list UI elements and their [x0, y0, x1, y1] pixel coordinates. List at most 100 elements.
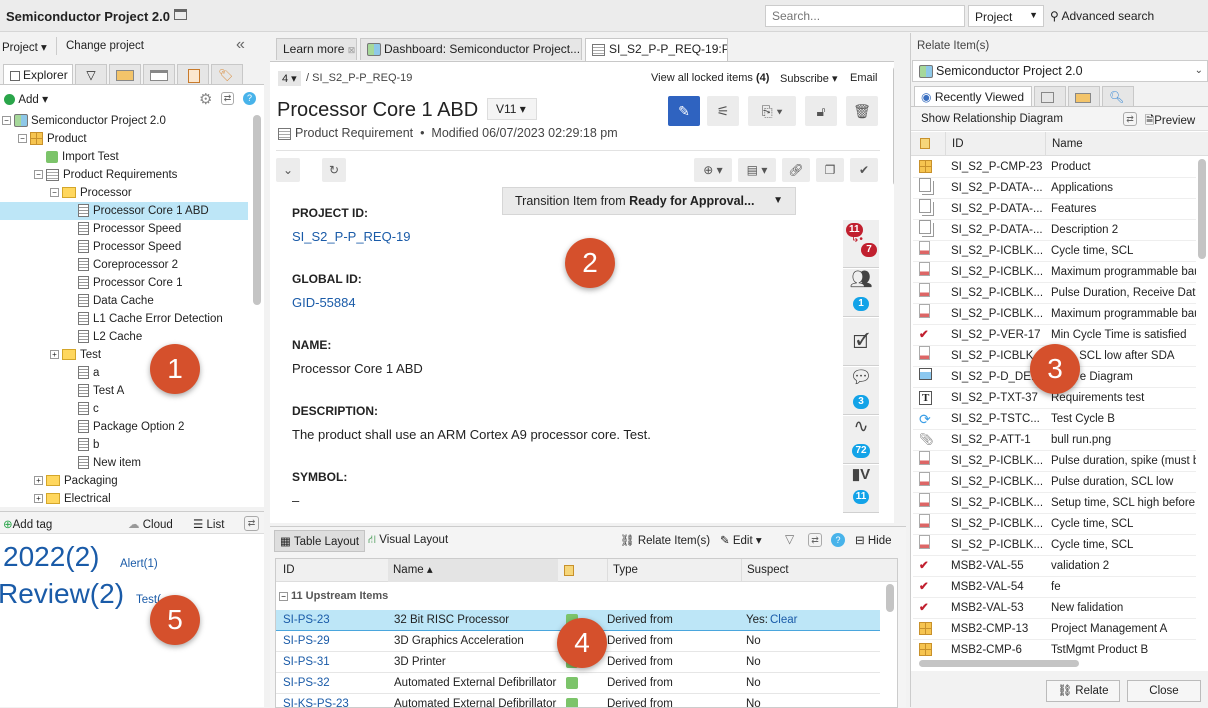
project-menu[interactable]: Project ▾ — [2, 40, 47, 54]
transition-menu[interactable]: Transition Item from Ready for Approval.… — [502, 187, 796, 215]
advanced-search-link[interactable]: ⚲ Advanced search — [1050, 9, 1154, 23]
tree-item[interactable]: − Processor — [0, 184, 248, 202]
expand-icon[interactable]: + — [50, 350, 59, 360]
tree-item[interactable]: New item — [0, 454, 248, 472]
list-item[interactable]: SI_S2_P-ICBLK... Setup time, SCL high bef… — [913, 493, 1196, 514]
search-scope-select[interactable]: Project ▼ — [968, 5, 1044, 27]
list-item[interactable]: MSB2-CMP-13 Project Management A — [913, 619, 1196, 640]
list-item[interactable]: SI_S2_P-ICBLK... Pulse duration, spike (m… — [913, 451, 1196, 472]
refresh-icon[interactable]: ⇄ — [808, 533, 822, 547]
link-button[interactable]: 🔗︎ — [782, 158, 810, 182]
tree-item[interactable]: L1 Cache Error Detection — [0, 310, 248, 328]
refresh-button[interactable]: ↻ — [322, 158, 346, 182]
activity-widget[interactable]: ∿ 72 — [843, 416, 879, 464]
tree-item[interactable]: + Test — [0, 346, 248, 364]
tree-item[interactable]: a — [0, 364, 248, 382]
refresh-icon[interactable]: ⇄ — [1123, 112, 1137, 126]
list-item[interactable]: SI_S2_P-ICBLK... Maximum programmable bau — [913, 304, 1196, 325]
layout-toggle-icon[interactable] — [174, 9, 187, 20]
list-item[interactable]: ⟳ SI_S2_P-TSTC... Test Cycle B — [913, 409, 1196, 430]
tree-item[interactable]: b — [0, 436, 248, 454]
breadcrumb-count[interactable]: 4 ▾ — [278, 71, 301, 86]
list-view-button[interactable]: ☰ List — [193, 517, 224, 531]
close-button[interactable]: Close — [1127, 680, 1201, 702]
collapse-icon[interactable]: − — [2, 116, 11, 126]
tree-item[interactable]: Test A — [0, 382, 248, 400]
tab-item[interactable]: SI_S2_P-P_REQ-19:Proce... ⊠ — [585, 38, 728, 61]
detail-scrollbar[interactable] — [893, 66, 894, 186]
refresh-tags-icon[interactable]: ⇄ — [244, 516, 259, 531]
cloud-view-button[interactable]: ☁ Cloud — [128, 517, 173, 531]
row-id-link[interactable]: SI-PS-31 — [283, 652, 330, 673]
add-menu[interactable]: Add ▾ — [4, 92, 48, 106]
export-menu-button[interactable]: ⎘ ▾ — [748, 96, 796, 126]
list-item[interactable]: SI_S2_P-CMP-23 Product — [913, 157, 1196, 178]
tree-item[interactable]: Package Option 2 — [0, 418, 248, 436]
copy-button[interactable]: ❐ — [816, 158, 844, 182]
tab-dashboard[interactable]: Dashboard: Semiconductor Project... ⊠ — [360, 38, 582, 60]
tab-explorer[interactable] — [1034, 86, 1066, 106]
relationships-button[interactable]: ⚟ — [707, 96, 739, 126]
recent-hscrollbar[interactable] — [919, 660, 1079, 667]
list-item[interactable]: SI_S2_P-DATA-... Applications — [913, 178, 1196, 199]
hide-button[interactable]: ⊟ Hide — [855, 533, 892, 547]
row-id-link[interactable]: SI-PS-32 — [283, 673, 330, 694]
list-item[interactable]: SI_S2_P-ICBLK... Maximum programmable bau — [913, 262, 1196, 283]
expand-all-button[interactable]: ⌄ — [276, 158, 300, 182]
tab-learn-more[interactable]: Learn more ⊠ — [276, 38, 357, 60]
help-icon[interactable]: ? — [831, 533, 845, 547]
table-row[interactable]: SI-KS-PS-23 Automated External Defibrilla… — [276, 694, 880, 707]
list-item[interactable]: MSB2-CMP-6 TstMgmt Product B — [913, 640, 1196, 657]
versions-widget[interactable]: ▮V 11 — [843, 465, 879, 513]
tab-window[interactable] — [143, 64, 175, 84]
approve-button[interactable]: ✔ — [850, 158, 878, 182]
relate-button[interactable]: ⛓ Relate — [1046, 680, 1120, 702]
show-diagram-link[interactable]: Show Relationship Diagram — [921, 113, 1063, 125]
tab-filter[interactable]: ▽ — [75, 64, 107, 84]
tree-item[interactable]: Processor Speed — [0, 238, 248, 256]
list-item[interactable]: SI_S2_P-ICBLK... Pulse duration, SCL low — [913, 472, 1196, 493]
tree-item[interactable]: − Product Requirements — [0, 166, 248, 184]
email-link[interactable]: Email — [850, 72, 878, 84]
edit-button[interactable]: ✎ — [668, 96, 700, 126]
tree-item[interactable]: Import Test — [0, 148, 248, 166]
tab-clipboard[interactable] — [177, 64, 209, 84]
list-item[interactable]: ✔ MSB2-VAL-53 New falidation — [913, 598, 1196, 619]
col-name[interactable]: Name ▴ — [388, 559, 558, 582]
table-layout-tab[interactable]: ▦ Table Layout — [274, 530, 366, 552]
list-item[interactable]: SI_S2_P-DATA-... Description 2 — [913, 220, 1196, 241]
list-item[interactable]: 📎︎ SI_S2_P-ATT-1 bull run.png — [913, 430, 1196, 451]
col-name[interactable]: Name — [1045, 132, 1083, 156]
tab-explorer[interactable]: Explorer — [3, 64, 73, 84]
list-item[interactable]: SI_S2_P-ICBLK... Cycle time, SCL — [913, 514, 1196, 535]
tab-list[interactable] — [1068, 86, 1100, 106]
users-widget[interactable]: 👥︎ 1 — [843, 269, 879, 317]
filter-icon[interactable]: ▽ — [785, 532, 794, 546]
col-id[interactable]: ID — [283, 559, 295, 582]
close-icon[interactable]: ⊠ — [348, 45, 356, 55]
list-item[interactable]: SI_S2_P-DATA-... Features — [913, 199, 1196, 220]
view-locked-link[interactable]: View all locked items (4) — [651, 72, 769, 84]
tree-item[interactable]: Coreprocessor 2 — [0, 256, 248, 274]
tree-item[interactable]: c — [0, 400, 248, 418]
comments-widget[interactable]: 💬︎ 3 — [843, 367, 879, 415]
edit-menu[interactable]: ✎ Edit ▾ — [720, 533, 762, 547]
subscribe-menu[interactable]: Subscribe ▾ — [780, 72, 838, 85]
col-id[interactable]: ID — [945, 132, 964, 156]
settings-icon[interactable]: ⚙ — [199, 90, 212, 108]
clear-suspect-link[interactable]: Clear — [770, 610, 797, 631]
change-project-link[interactable]: Change project — [66, 40, 144, 52]
tree-scrollbar[interactable] — [253, 115, 261, 305]
col-type[interactable]: Type — [607, 559, 638, 582]
tab-recently-viewed[interactable]: ◉ Recently Viewed — [914, 86, 1032, 106]
tree-item[interactable]: + Electrical — [0, 490, 248, 507]
row-id-link[interactable]: SI-PS-29 — [283, 631, 330, 652]
list-item[interactable]: SI_S2_P-ICBLK... Pulse Duration, Receive … — [913, 283, 1196, 304]
tree-item[interactable]: − Product — [0, 130, 248, 148]
tab-tags[interactable]: 🏷 — [211, 64, 243, 84]
table-row[interactable]: SI-PS-32 Automated External Defibrillator… — [276, 673, 880, 694]
visual-layout-tab[interactable]: ⛙ Visual Layout — [368, 533, 448, 548]
field-value[interactable]: SI_S2_P-P_REQ-19 — [292, 229, 411, 244]
document-menu-button[interactable]: ▤ ▾ — [738, 158, 776, 182]
search-input[interactable] — [765, 5, 965, 27]
